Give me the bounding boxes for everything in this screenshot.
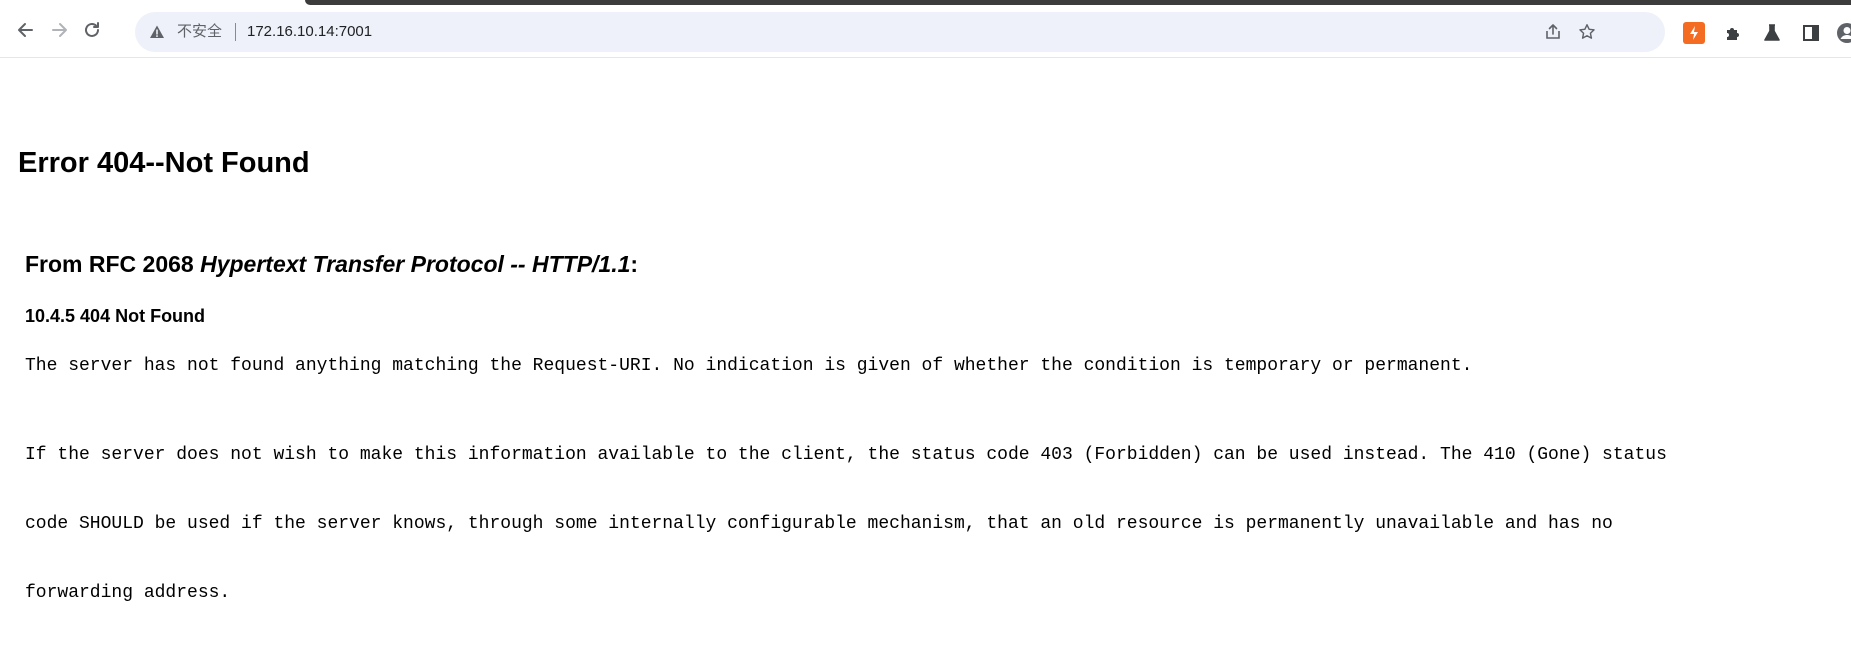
forward-button[interactable] xyxy=(45,18,73,46)
puzzle-extensions-icon[interactable] xyxy=(1722,22,1744,44)
paragraph-2-line-2: code SHOULD be used if the server knows,… xyxy=(25,514,1613,534)
rfc-title: Hypertext Transfer Protocol -- HTTP/1.1 xyxy=(200,251,631,277)
url-text[interactable]: 172.16.10.14:7001 xyxy=(247,23,372,41)
paragraph-2-line-1: If the server does not wish to make this… xyxy=(25,445,1667,465)
paragraph-2-line-3: forwarding address. xyxy=(25,583,231,603)
rfc-prefix: From RFC 2068 xyxy=(25,251,201,277)
arrow-left-icon xyxy=(16,20,36,45)
section-heading: 10.4.5 404 Not Found xyxy=(25,306,206,326)
red-extension-icon[interactable] xyxy=(1683,22,1705,44)
share-icon[interactable] xyxy=(1541,20,1565,44)
address-bar[interactable]: 不安全 172.16.10.14:7001 xyxy=(135,12,1665,52)
page-content: Error 404--Not Found From RFC 2068 Hyper… xyxy=(0,59,1851,655)
reload-icon xyxy=(82,20,102,45)
back-button[interactable] xyxy=(12,18,40,46)
reload-button[interactable] xyxy=(78,18,106,46)
labs-flask-icon[interactable] xyxy=(1761,22,1783,44)
star-icon[interactable] xyxy=(1575,20,1599,44)
paragraph-2: If the server does not wish to make this… xyxy=(25,398,1667,651)
paragraph-1: The server has not found anything matchi… xyxy=(25,356,1473,376)
security-label[interactable]: 不安全 xyxy=(177,23,222,41)
browser-toolbar: 不安全 172.16.10.14:7001 xyxy=(0,5,1851,58)
address-divider xyxy=(235,23,236,41)
arrow-right-icon xyxy=(49,20,69,45)
rfc-suffix: : xyxy=(630,251,639,277)
warning-triangle-icon[interactable] xyxy=(147,22,167,42)
error-title: Error 404--Not Found xyxy=(18,147,310,179)
side-panel-icon[interactable] xyxy=(1800,22,1822,44)
rfc-heading: From RFC 2068 Hypertext Transfer Protoco… xyxy=(25,251,638,278)
profile-avatar-icon[interactable] xyxy=(1836,22,1851,44)
